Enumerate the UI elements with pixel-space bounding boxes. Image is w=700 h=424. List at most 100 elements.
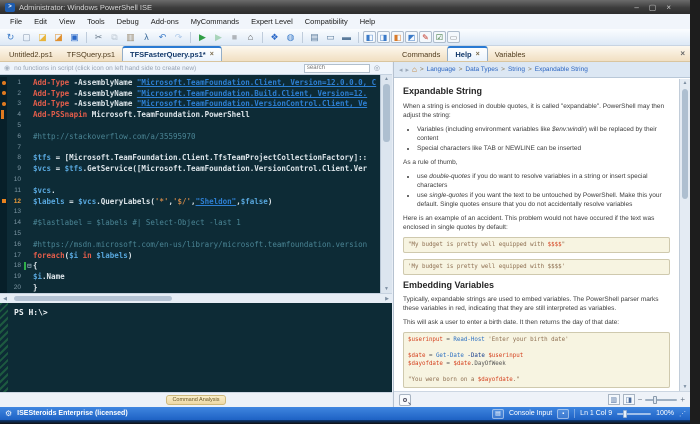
editor-horizontal-scrollbar[interactable]: ◀ ▶ (0, 293, 392, 303)
scroll-left-icon[interactable]: ◀ (0, 296, 10, 302)
close-pane-icon[interactable]: × (680, 49, 685, 58)
toolbar-separator (302, 32, 303, 43)
console-pane[interactable]: PS H:\> (0, 303, 392, 392)
breadcrumb-language[interactable]: Language (427, 66, 456, 73)
menu-file[interactable]: File (4, 15, 28, 28)
copy-icon[interactable]: ⧉ (107, 31, 122, 44)
tab-untitled2-ps1[interactable]: Untitled2.ps1 (2, 48, 60, 61)
help-vertical-scrollbar[interactable]: ▲ ▼ (679, 79, 690, 391)
breadcrumb-expandable-string[interactable]: Expandable String (535, 66, 588, 73)
zoom-out-icon[interactable]: − (638, 395, 643, 404)
editor-vertical-scrollbar[interactable]: ▲ ▼ (380, 75, 392, 293)
help-dock-toggle-icon[interactable]: ◨ (623, 394, 635, 405)
addons-icon[interactable]: ❖ (267, 31, 282, 44)
view-toggle-split-icon[interactable]: ◧ (363, 31, 376, 43)
zoom-slider[interactable] (617, 413, 651, 415)
menu-expert-level[interactable]: Expert Level (245, 15, 299, 28)
layout-script-icon[interactable]: ▭ (323, 31, 338, 44)
format-icon[interactable]: λ (139, 31, 154, 44)
menu-add-ons[interactable]: Add-ons (145, 15, 185, 28)
breadcrumb-string[interactable]: String (508, 66, 525, 73)
stop-icon[interactable]: ■ (227, 31, 242, 44)
breakpoint-dot-icon[interactable] (2, 81, 6, 85)
breadcrumb-data-types[interactable]: Data Types (465, 66, 498, 73)
functions-icon[interactable]: ◉ (4, 64, 10, 72)
nav-forward-icon[interactable]: ▸ (406, 66, 410, 74)
undo-icon[interactable]: ↶ (155, 31, 170, 44)
help-scroll-thumb[interactable] (682, 89, 688, 199)
function-nav-bar: ◉ no functions in script (click icon on … (0, 62, 392, 75)
layout-console-icon[interactable]: ▬ (339, 31, 354, 44)
console-prompt[interactable]: PS H:\> (14, 308, 48, 317)
console-screen-icon[interactable]: ▪ (557, 409, 569, 419)
scroll-down-icon[interactable]: ▼ (680, 383, 690, 391)
scroll-up-icon[interactable]: ▲ (680, 79, 690, 87)
menu-debug[interactable]: Debug (111, 15, 145, 28)
window-icon[interactable]: ▭ (447, 31, 460, 43)
maximize-button[interactable]: ▢ (649, 3, 657, 12)
menu-help[interactable]: Help (354, 15, 381, 28)
paste-icon[interactable]: ▥ (123, 31, 138, 44)
panel-tab-help[interactable]: Help× (447, 46, 487, 61)
editor-line-16: 16#https://msdn.microsoft.com/en-us/libr… (0, 239, 392, 250)
panel-tab-commands[interactable]: Commands (395, 48, 447, 61)
help-zoom-slider[interactable] (645, 399, 677, 401)
gear-icon[interactable]: ⚙ (5, 409, 12, 418)
breakpoint-dot-icon[interactable] (2, 91, 6, 95)
tab-close-icon[interactable]: × (210, 51, 214, 58)
menu-mycommands[interactable]: MyCommands (185, 15, 245, 28)
function-search-input[interactable] (304, 64, 370, 73)
scroll-down-icon[interactable]: ▼ (381, 285, 392, 293)
tab-close-icon[interactable]: × (476, 51, 480, 58)
help-layout-toggle-icon[interactable]: ▥ (608, 394, 620, 405)
console-input-label: Console Input (509, 410, 552, 417)
save-icon[interactable]: ▣ (67, 31, 82, 44)
layout-split-icon[interactable]: ▤ (307, 31, 322, 44)
scroll-up-icon[interactable]: ▲ (381, 75, 392, 83)
save-console-icon[interactable]: ▤ (492, 409, 504, 419)
panel-tab-variables[interactable]: Variables (488, 48, 533, 61)
open-recent-icon[interactable]: ◪ (35, 31, 50, 44)
globe-icon[interactable]: ◍ (283, 31, 298, 44)
home-icon[interactable]: ⌂ (412, 65, 417, 74)
refresh-icon[interactable]: ↻ (3, 31, 18, 44)
menu-view[interactable]: View (53, 15, 81, 28)
edit-pen-icon[interactable]: ✎ (419, 31, 432, 43)
close-button[interactable]: × (666, 3, 671, 12)
zoom-in-icon[interactable]: + (680, 395, 685, 404)
change-marker-icon[interactable] (1, 110, 4, 119)
menu-edit[interactable]: Edit (28, 15, 53, 28)
open-icon[interactable]: ◪ (51, 31, 66, 44)
editor-scroll-thumb[interactable] (383, 84, 390, 142)
function-bar-settings-icon[interactable]: ◎ (374, 64, 388, 72)
script-editor[interactable]: 1Add-Type -AssemblyName "Microsoft.TeamF… (0, 75, 392, 293)
view-toggle-panel-icon[interactable]: ◩ (405, 31, 418, 43)
view-toggle-side-icon[interactable]: ◨ (377, 31, 390, 43)
search-icon[interactable] (399, 394, 411, 406)
check-icon[interactable]: ☑ (433, 31, 446, 43)
tab-tfsfasterquery-ps1-[interactable]: TFSFasterQuery.ps1*× (122, 46, 222, 61)
horizontal-scroll-thumb[interactable] (14, 296, 172, 301)
run-selection-icon[interactable]: ▶ (211, 31, 226, 44)
nav-back-icon[interactable]: ◂ (399, 66, 403, 74)
view-toggle-console-icon[interactable]: ◧ (391, 31, 404, 43)
redo-icon[interactable]: ↷ (171, 31, 186, 44)
resize-grip[interactable]: ⋰ (679, 410, 685, 418)
fold-collapse-icon[interactable]: ⊟ (24, 262, 33, 270)
scroll-right-icon[interactable]: ▶ (382, 296, 392, 302)
help-zoom-handle[interactable] (653, 396, 657, 404)
new-script-icon[interactable]: ▢ (19, 31, 34, 44)
toolbar-separator (262, 32, 263, 43)
minimize-button[interactable]: – (634, 3, 638, 12)
debug-icon[interactable]: ⌂ (243, 31, 258, 44)
zoom-slider-handle[interactable] (623, 410, 627, 418)
current-line-marker-icon[interactable] (2, 199, 7, 204)
breakpoint-dot-icon[interactable] (2, 102, 6, 106)
menu-tools[interactable]: Tools (81, 15, 111, 28)
command-analysis-button[interactable]: Command Analysis (166, 395, 226, 405)
menu-compatibility[interactable]: Compatibility (299, 15, 354, 28)
cut-icon[interactable]: ✂ (91, 31, 106, 44)
tab-strip: Untitled2.ps1TFSQuery.ps1TFSFasterQuery.… (0, 46, 690, 62)
run-script-icon[interactable]: ▶ (195, 31, 210, 44)
tab-tfsquery-ps1[interactable]: TFSQuery.ps1 (60, 48, 122, 61)
